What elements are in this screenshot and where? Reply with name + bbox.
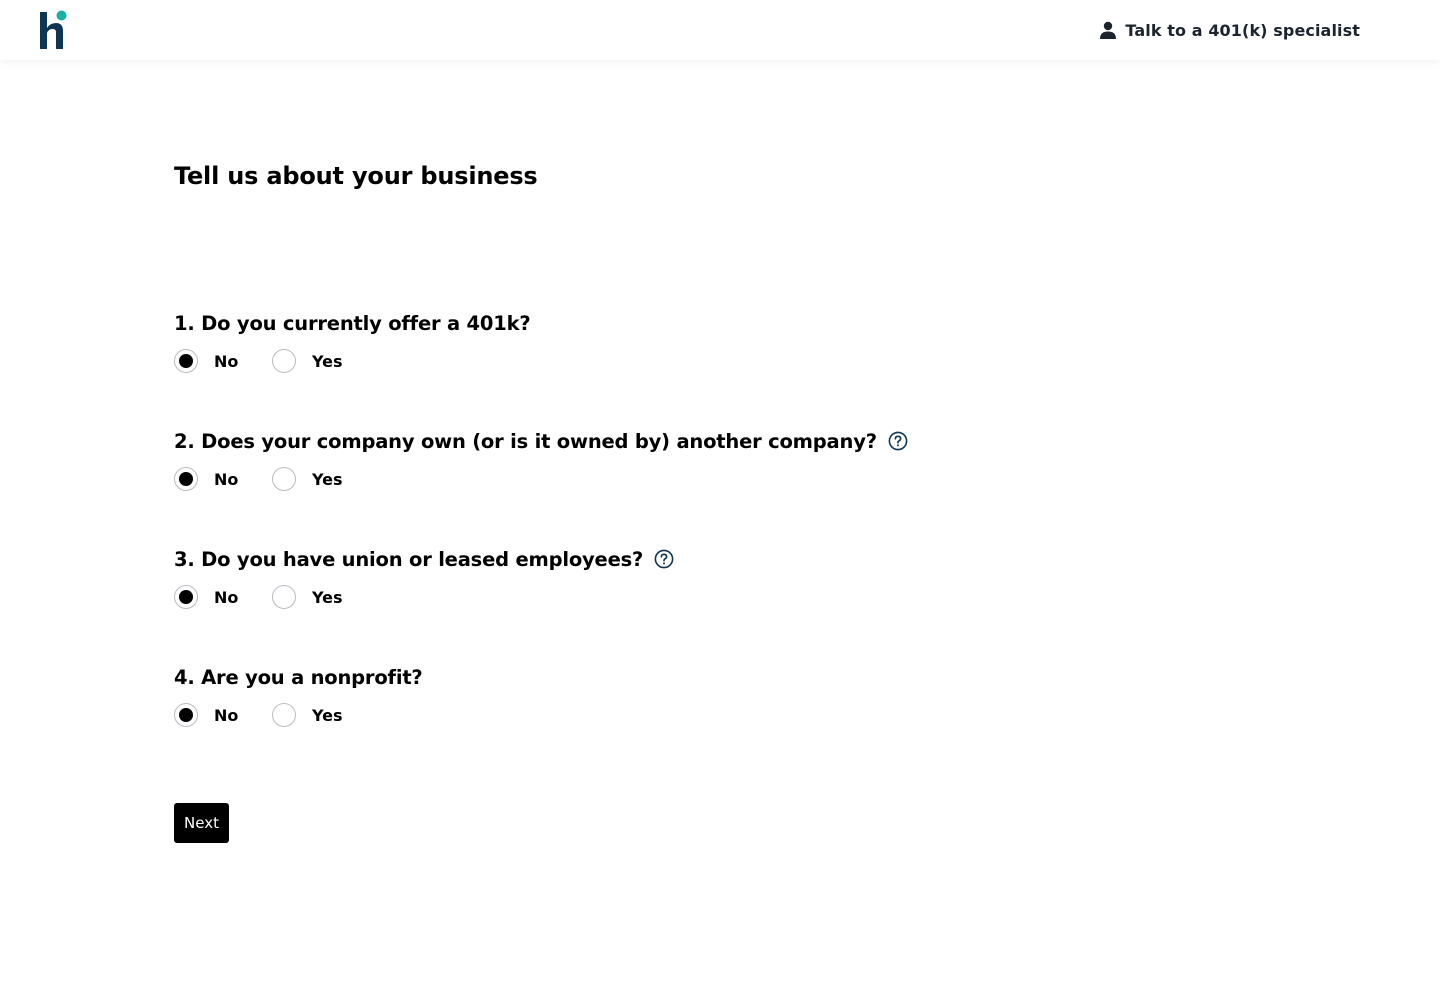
radio-button-selected[interactable] (174, 703, 198, 727)
radio-group: No Yes (174, 466, 434, 492)
option-label: No (214, 469, 239, 489)
question-text: 1. Do you currently offer a 401k? (174, 311, 531, 335)
radio-button-selected[interactable] (174, 467, 198, 491)
top-bar: Talk to a 401(k) specialist (0, 0, 1440, 60)
option-no[interactable]: No (174, 702, 238, 728)
radio-group: No Yes (174, 348, 434, 374)
question-4: 4. Are you a nonprofit? No Yes (174, 663, 423, 727)
question-1: 1. Do you currently offer a 401k? No Yes (174, 309, 531, 373)
talk-to-specialist-link[interactable]: Talk to a 401(k) specialist (1099, 19, 1360, 41)
page-title: Tell us about your business (174, 162, 538, 190)
guideline-h-logo-icon[interactable] (38, 9, 70, 51)
question-circle-icon[interactable] (654, 549, 674, 569)
question-2: 2. Does your company own (or is it owned… (174, 427, 908, 491)
option-label: Yes (312, 351, 343, 371)
question-text: 3. Do you have union or leased employees… (174, 547, 644, 571)
radio-button[interactable] (272, 349, 296, 373)
question-text: 2. Does your company own (or is it owned… (174, 429, 877, 453)
option-no[interactable]: No (174, 348, 238, 374)
person-icon (1100, 21, 1117, 39)
option-yes[interactable]: Yes (272, 466, 343, 492)
option-label: No (214, 705, 239, 725)
radio-button[interactable] (272, 585, 296, 609)
option-no[interactable]: No (174, 466, 238, 492)
radio-group: No Yes (174, 584, 434, 610)
option-label: Yes (312, 469, 343, 489)
option-yes[interactable]: Yes (272, 348, 343, 374)
specialist-label: Talk to a 401(k) specialist (1125, 20, 1360, 40)
question-circle-icon[interactable] (888, 431, 908, 451)
radio-group: No Yes (174, 702, 434, 728)
question-text: 4. Are you a nonprofit? (174, 665, 423, 689)
radio-button-selected[interactable] (174, 349, 198, 373)
next-button[interactable]: Next (174, 803, 229, 843)
radio-button[interactable] (272, 467, 296, 491)
option-yes[interactable]: Yes (272, 702, 343, 728)
option-label: Yes (312, 705, 343, 725)
option-label: Yes (312, 587, 343, 607)
option-yes[interactable]: Yes (272, 584, 343, 610)
option-no[interactable]: No (174, 584, 238, 610)
question-3: 3. Do you have union or leased employees… (174, 545, 674, 609)
option-label: No (214, 587, 239, 607)
radio-button[interactable] (272, 703, 296, 727)
radio-button-selected[interactable] (174, 585, 198, 609)
option-label: No (214, 351, 239, 371)
